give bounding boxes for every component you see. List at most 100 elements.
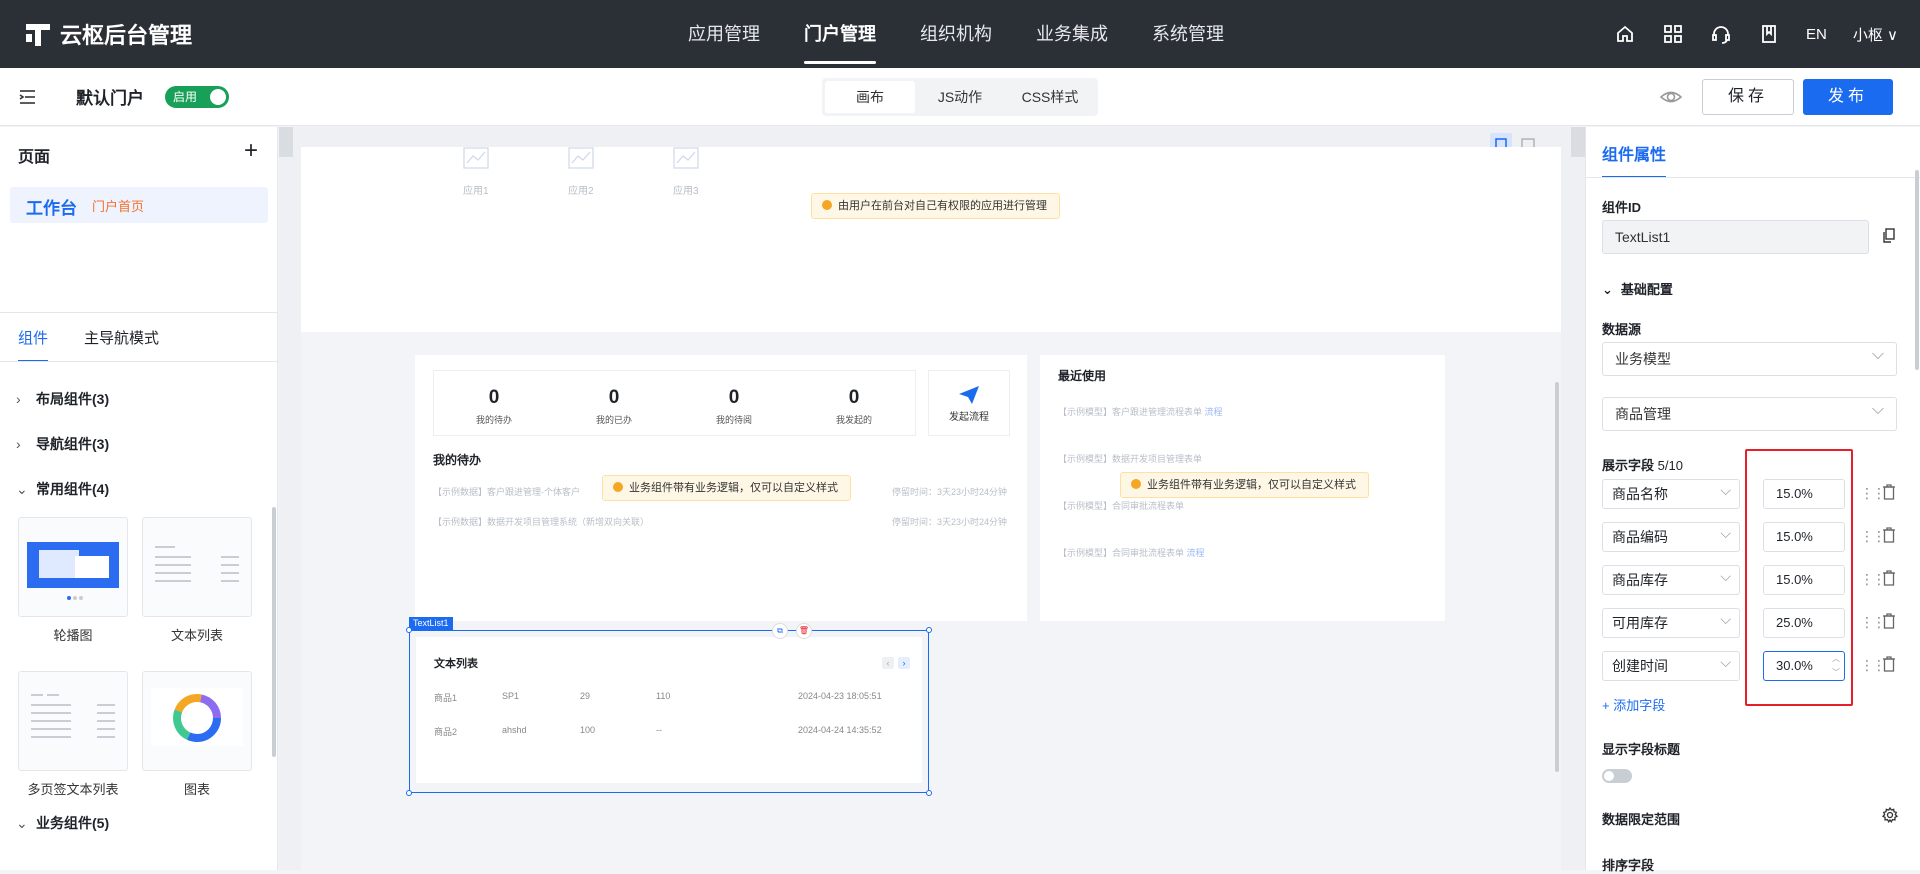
resize-handle[interactable] bbox=[926, 627, 932, 633]
resize-handle[interactable] bbox=[926, 790, 932, 796]
enable-toggle[interactable]: 启用 bbox=[165, 86, 229, 108]
recent-item[interactable]: 【示例模型】客户跟进管理流程表单 流程 bbox=[1058, 405, 1223, 418]
book-icon[interactable] bbox=[1758, 23, 1780, 45]
tab-js-actions[interactable]: JS动作 bbox=[915, 81, 1005, 113]
datasource-select[interactable]: 业务模型 bbox=[1602, 339, 1897, 376]
field-select[interactable]: 商品名称 bbox=[1602, 476, 1740, 509]
app-grid-block[interactable]: 应用1 应用2 应用3 由用户在前台对自己有权限的应用进行管理 bbox=[415, 147, 1445, 332]
chevron-down-icon: ∨ bbox=[1887, 26, 1898, 44]
collapse-menu-icon[interactable] bbox=[18, 87, 38, 107]
drag-handle-icon[interactable]: ⋮⋮ bbox=[1860, 614, 1886, 631]
nav-organization[interactable]: 组织机构 bbox=[920, 0, 992, 68]
cell-stock: 100 bbox=[580, 725, 596, 735]
language-switch[interactable]: EN bbox=[1806, 26, 1827, 43]
group-layout[interactable]: › 布局组件(3) bbox=[16, 389, 109, 409]
model-select[interactable]: 商品管理 bbox=[1602, 394, 1897, 431]
app-item[interactable]: 应用2 bbox=[568, 147, 596, 197]
stat-my-initiated[interactable]: 0 我发起的 bbox=[794, 371, 914, 426]
resize-handle[interactable] bbox=[406, 790, 412, 796]
add-page-icon[interactable]: + bbox=[244, 137, 258, 165]
trash-icon[interactable] bbox=[1882, 613, 1898, 631]
add-field-link[interactable]: + 添加字段 bbox=[1602, 695, 1665, 714]
canvas-scrollbar[interactable] bbox=[1555, 382, 1559, 772]
delete-component-icon[interactable]: 🗑 bbox=[796, 623, 812, 639]
tab-main-nav-mode[interactable]: 主导航模式 bbox=[84, 327, 159, 362]
tab-components[interactable]: 组件 bbox=[18, 327, 49, 362]
todo-block[interactable]: 0 我的待办 0 我的已办 0 我的待阅 0 我发起的 发起流程 我的待办 【示例数据】… bbox=[415, 355, 1027, 621]
drag-handle-icon[interactable]: ⋮⋮ bbox=[1860, 657, 1886, 674]
publish-button[interactable]: 发布 bbox=[1803, 79, 1893, 115]
home-icon[interactable] bbox=[1614, 23, 1636, 45]
stat-my-done[interactable]: 0 我的已办 bbox=[554, 371, 674, 426]
app-item[interactable]: 应用3 bbox=[673, 147, 701, 197]
collapse-right-handle[interactable] bbox=[1571, 127, 1585, 157]
todo-item[interactable]: 【示例数据】数据开发项目管理系统（新增双向关联） bbox=[433, 515, 649, 528]
field-select[interactable]: 商品编码 bbox=[1602, 519, 1740, 552]
app-label: 应用1 bbox=[463, 186, 489, 197]
page-item-workbench[interactable]: 工作台 门户首页 bbox=[10, 187, 268, 223]
show-field-title-toggle[interactable] bbox=[1602, 769, 1632, 783]
stat-number: 0 bbox=[848, 387, 860, 408]
trash-icon[interactable] bbox=[1882, 570, 1898, 588]
selected-component-tag[interactable]: TextList1 bbox=[409, 617, 453, 630]
component-card-multi-tab-list[interactable] bbox=[18, 671, 128, 771]
portal-name: 默认门户 bbox=[76, 89, 144, 108]
group-label: 布局组件(3) bbox=[36, 391, 110, 407]
component-id-field[interactable]: TextList1 bbox=[1602, 220, 1869, 254]
properties-tab[interactable]: 组件属性 bbox=[1602, 141, 1667, 178]
field-select[interactable]: 可用库存 bbox=[1602, 605, 1740, 638]
prev-page-icon[interactable]: ‹ bbox=[882, 657, 894, 669]
collapse-left-handle[interactable] bbox=[279, 127, 293, 157]
selected-textlist[interactable]: 文本列表 ‹ › 商品1 SP1 29 110 2024-04-23 18:05… bbox=[406, 623, 932, 796]
right-scrollbar[interactable] bbox=[1915, 170, 1919, 370]
trash-icon[interactable] bbox=[1882, 484, 1898, 502]
enable-label: 启用 bbox=[173, 90, 198, 104]
recent-item[interactable]: 【示例模型】数据开发项目管理表单 bbox=[1058, 452, 1202, 465]
component-card-chart[interactable] bbox=[142, 671, 252, 771]
app-logo[interactable]: 云枢后台管理 bbox=[26, 18, 192, 50]
stat-my-read[interactable]: 0 我的待阅 bbox=[674, 371, 794, 426]
chart-line-icon bbox=[673, 147, 699, 169]
drag-handle-icon[interactable]: ⋮⋮ bbox=[1860, 528, 1886, 545]
group-business[interactable]: ⌄ 业务组件(5) bbox=[16, 813, 109, 833]
component-card-carousel[interactable] bbox=[18, 517, 128, 617]
drag-handle-icon[interactable]: ⋮⋮ bbox=[1860, 571, 1886, 588]
grid-icon[interactable] bbox=[1662, 23, 1684, 45]
recent-item[interactable]: 【示例模型】合同审批流程表单 流程 bbox=[1058, 546, 1205, 559]
card-label: 轮播图 bbox=[53, 628, 93, 643]
drag-handle-icon[interactable]: ⋮⋮ bbox=[1860, 485, 1886, 502]
stat-my-todo[interactable]: 0 我的待办 bbox=[434, 371, 554, 426]
trash-icon[interactable] bbox=[1882, 656, 1898, 674]
left-scrollbar[interactable] bbox=[272, 507, 276, 757]
nav-app-management[interactable]: 应用管理 bbox=[688, 0, 760, 68]
launch-process-button[interactable]: 发起流程 bbox=[928, 370, 1010, 436]
user-menu[interactable]: 小枢 ∨ bbox=[1853, 24, 1898, 45]
field-select[interactable]: 创建时间 bbox=[1602, 648, 1740, 681]
recent-block[interactable]: 最近使用 【示例模型】客户跟进管理流程表单 流程 【示例模型】数据开发项目管理表… bbox=[1040, 355, 1445, 621]
resize-handle[interactable] bbox=[406, 627, 412, 633]
todo-item[interactable]: 【示例数据】客户跟进管理-个体客户 bbox=[433, 485, 580, 498]
tab-canvas[interactable]: 画布 bbox=[825, 81, 915, 113]
field-select[interactable]: 商品库存 bbox=[1602, 562, 1740, 595]
gear-icon[interactable] bbox=[1881, 806, 1899, 824]
app-label: 应用3 bbox=[673, 186, 699, 197]
basic-config-section[interactable]: ⌄ 基础配置 bbox=[1602, 279, 1673, 298]
copy-icon[interactable] bbox=[1882, 228, 1898, 246]
app-item[interactable]: 应用1 bbox=[463, 147, 491, 197]
group-common[interactable]: ⌄ 常用组件(4) bbox=[16, 479, 109, 499]
nav-business-integration[interactable]: 业务集成 bbox=[1036, 0, 1108, 68]
tab-css-styles[interactable]: CSS样式 bbox=[1005, 81, 1095, 113]
show-field-title-label: 显示字段标题 bbox=[1602, 742, 1681, 757]
component-card-text-list[interactable] bbox=[142, 517, 252, 617]
next-page-icon[interactable]: › bbox=[898, 657, 910, 669]
save-button[interactable]: 保存 bbox=[1702, 79, 1794, 115]
trash-icon[interactable] bbox=[1882, 527, 1898, 545]
nav-portal-management[interactable]: 门户管理 bbox=[804, 0, 876, 68]
group-navigation[interactable]: › 导航组件(3) bbox=[16, 434, 109, 454]
recent-item[interactable]: 【示例模型】合同审批流程表单 bbox=[1058, 499, 1184, 512]
headset-icon[interactable] bbox=[1710, 23, 1732, 45]
nav-system-management[interactable]: 系统管理 bbox=[1152, 0, 1224, 68]
copy-component-icon[interactable]: ⧉ bbox=[772, 623, 788, 639]
preview-eye-icon[interactable] bbox=[1659, 86, 1683, 108]
pages-title: 页面 bbox=[18, 149, 51, 166]
